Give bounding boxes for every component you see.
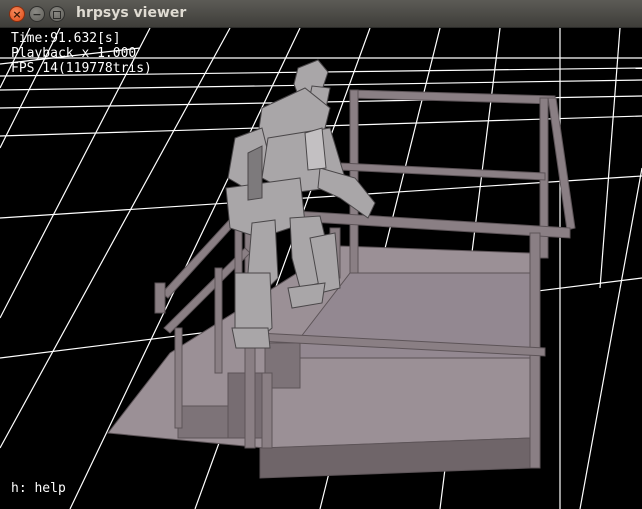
title-bar[interactable]: × − hrpsys viewer [0, 0, 642, 28]
close-button[interactable]: × [9, 6, 25, 22]
3d-viewport[interactable]: Time:91.632[s] Playback x 1.000 FPS 14(1… [0, 28, 642, 509]
close-icon: × [12, 8, 22, 21]
maximize-icon [53, 11, 61, 19]
time-readout: Time:91.632[s] [11, 31, 121, 46]
window-title: hrpsys viewer [76, 5, 187, 21]
playback-readout: Playback x 1.000 [11, 46, 137, 61]
maximize-button[interactable] [49, 6, 65, 22]
help-hint: h: help [11, 481, 66, 496]
minimize-button[interactable]: − [29, 6, 45, 22]
viewer-window: × − hrpsys viewer Time:91.632[s] Playbac… [0, 0, 642, 509]
fps-readout: FPS 14(119778tris) [11, 61, 152, 76]
platform-structure [107, 89, 576, 479]
minimize-icon: − [32, 8, 42, 21]
scene-canvas[interactable] [0, 28, 642, 509]
